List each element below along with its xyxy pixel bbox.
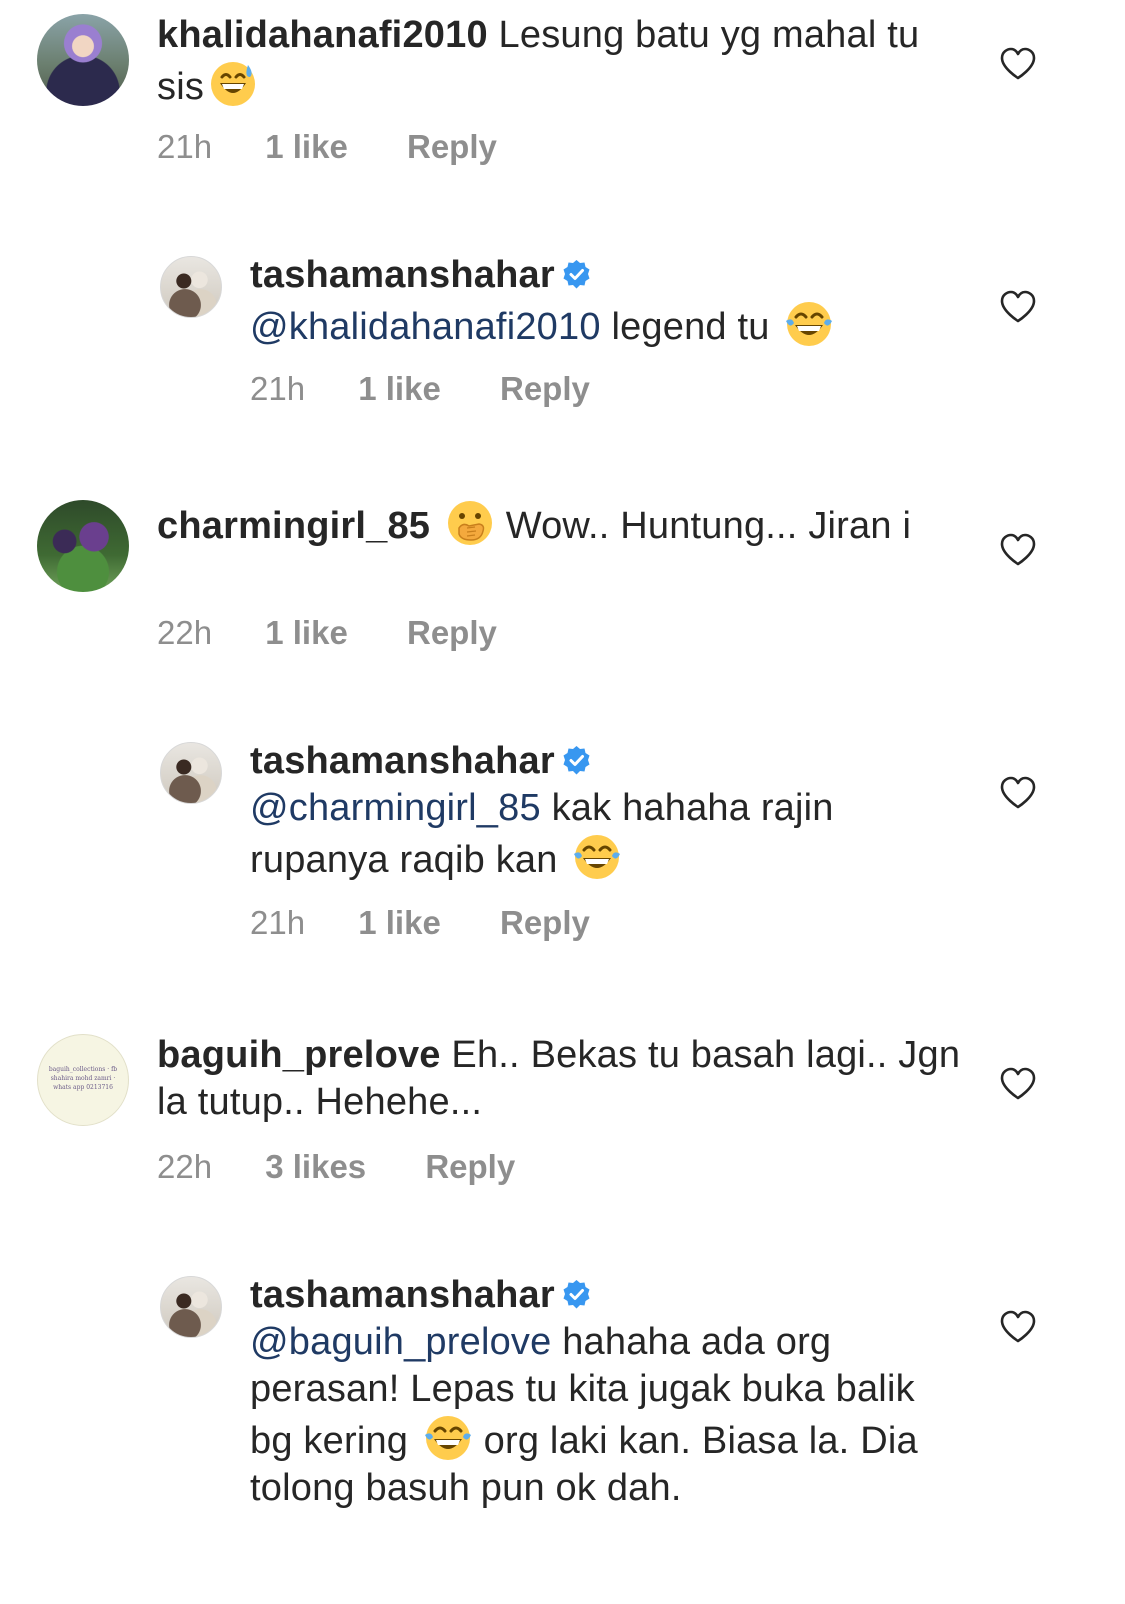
reply-button[interactable]: Reply	[407, 614, 497, 652]
heart-icon[interactable]	[999, 1067, 1037, 1101]
comment-username[interactable]: tashamanshahar	[250, 254, 555, 296]
heart-icon[interactable]	[999, 776, 1037, 810]
comment-body: tashamanshahar @baguih_prelove hahaha ad…	[250, 1272, 940, 1512]
comment-time: 21h	[250, 904, 306, 941]
avatar[interactable]	[37, 14, 129, 106]
tears-of-joy-emoji-icon	[786, 302, 833, 346]
heart-icon[interactable]	[999, 290, 1037, 324]
avatar-label: baguih_collections · fb shahira mohd zam…	[48, 1066, 118, 1091]
mention-link[interactable]: @khalidahanafi2010	[250, 306, 601, 348]
comment-time: 22h	[157, 1148, 213, 1185]
comment-body: baguih_prelove Eh.. Bekas tu basah lagi.…	[157, 1032, 977, 1126]
mention-link[interactable]: @charmingirl_85	[250, 787, 541, 829]
comment-time: 21h	[157, 128, 213, 165]
comment-meta: 21h 1 like Reply	[250, 370, 590, 408]
heart-icon[interactable]	[999, 47, 1037, 81]
comment-text: legend tu	[611, 306, 770, 348]
comment-body: tashamanshahar @khalidahanafi2010 legend…	[250, 252, 950, 351]
hand-over-mouth-emoji-icon	[447, 501, 492, 545]
grinning-sweat-emoji-icon	[211, 62, 256, 106]
comment-meta: 22h 3 likes Reply	[157, 1148, 515, 1186]
avatar[interactable]	[160, 742, 222, 804]
heart-icon[interactable]	[999, 533, 1037, 567]
heart-icon[interactable]	[999, 1310, 1037, 1344]
comment-likes[interactable]: 3 likes	[265, 1148, 366, 1186]
comment-body: charmingirl_85 Wow.. Huntung... Jiran i	[157, 498, 977, 550]
avatar[interactable]: baguih_collections · fb shahira mohd zam…	[37, 1034, 129, 1126]
comment-meta: 21h 1 like Reply	[250, 904, 590, 942]
comment-text: Wow.. Huntung... Jiran i	[505, 505, 912, 547]
verified-badge-icon	[563, 746, 590, 775]
reply-button[interactable]: Reply	[407, 128, 497, 166]
comment-time: 22h	[157, 614, 213, 651]
avatar[interactable]	[37, 500, 129, 592]
mention-link[interactable]: @baguih_prelove	[250, 1321, 551, 1363]
comment-body: tashamanshahar @charmingirl_85 kak hahah…	[250, 738, 930, 884]
reply-button[interactable]: Reply	[500, 370, 590, 408]
comment-likes[interactable]: 1 like	[265, 614, 348, 652]
tears-of-joy-emoji-icon	[424, 1416, 471, 1460]
comment-username[interactable]: tashamanshahar	[250, 740, 555, 782]
comment-username[interactable]: tashamanshahar	[250, 1274, 555, 1316]
comment-likes[interactable]: 1 like	[265, 128, 348, 166]
tears-of-joy-emoji-icon	[574, 835, 621, 879]
comment-username[interactable]: khalidahanafi2010	[157, 14, 488, 56]
verified-badge-icon	[563, 260, 590, 289]
avatar[interactable]	[160, 256, 222, 318]
reply-button[interactable]: Reply	[425, 1148, 515, 1186]
comment-meta: 22h 1 like Reply	[157, 614, 497, 652]
comment-username[interactable]: charmingirl_85	[157, 505, 430, 547]
reply-button[interactable]: Reply	[500, 904, 590, 942]
comment-meta: 21h 1 like Reply	[157, 128, 497, 166]
comment-username[interactable]: baguih_prelove	[157, 1034, 441, 1076]
avatar[interactable]	[160, 1276, 222, 1338]
comment-time: 21h	[250, 370, 306, 407]
verified-badge-icon	[563, 1280, 590, 1309]
comment-likes[interactable]: 1 like	[358, 370, 441, 408]
comment-body: khalidahanafi2010 Lesung batu yg mahal t…	[157, 12, 977, 111]
comment-likes[interactable]: 1 like	[358, 904, 441, 942]
